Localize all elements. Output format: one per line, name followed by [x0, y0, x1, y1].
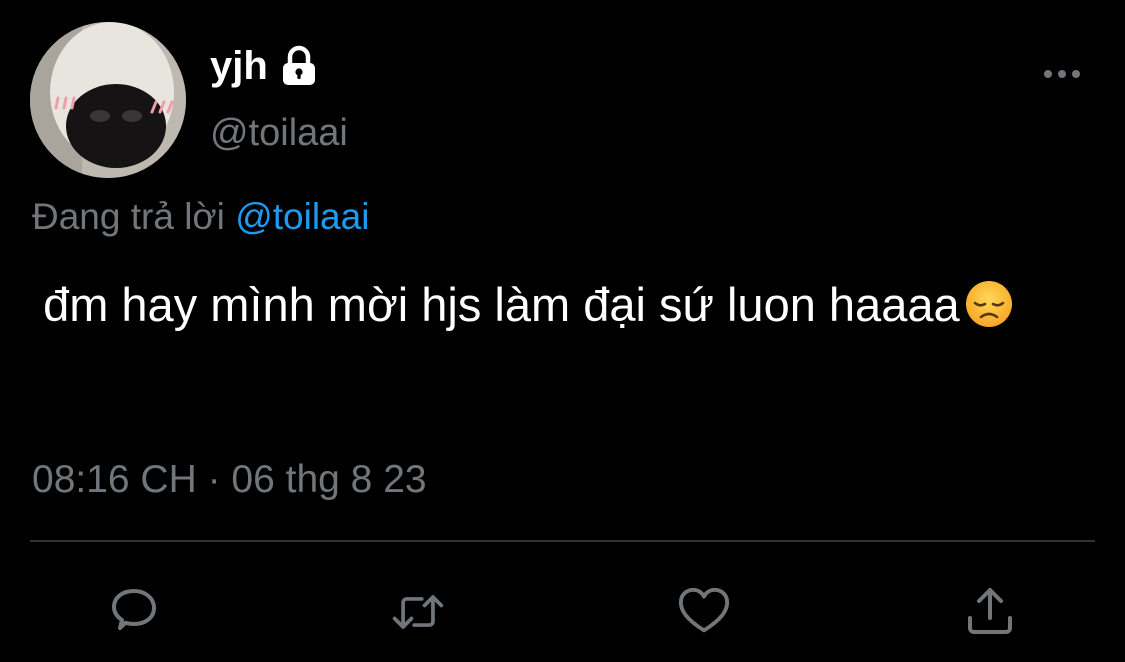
display-name[interactable]: yjh	[210, 40, 268, 92]
display-name-row: yjh	[210, 40, 320, 92]
replying-to-label: Đang trả lời	[32, 196, 236, 237]
disappointed-face-emoji	[964, 276, 1014, 327]
retweet-button[interactable]	[390, 584, 446, 640]
tweet-timestamp[interactable]: 08:16 CH · 06 thg 8 23	[32, 454, 427, 506]
avatar[interactable]	[30, 22, 186, 178]
more-options-icon[interactable]	[1040, 62, 1084, 86]
username[interactable]: @toilaai	[210, 108, 348, 158]
lock-icon	[278, 45, 320, 87]
retweet-icon	[392, 595, 444, 629]
tweet-text: đm hay mình mời hjs làm đại sứ luon haaa…	[30, 268, 1090, 342]
tweet-text-content: đm hay mình mời hjs làm đại sứ luon haaa…	[30, 278, 960, 331]
like-button[interactable]	[676, 584, 732, 640]
reply-mention-link[interactable]: @toilaai	[235, 196, 369, 237]
dog-avatar-image	[30, 22, 186, 178]
reply-icon	[112, 589, 156, 630]
tweet: yjh @toilaai Đang trả lời @toilaai đm ha…	[0, 0, 1125, 662]
heart-icon	[678, 587, 730, 633]
divider	[30, 540, 1095, 542]
reply-button[interactable]	[106, 584, 162, 640]
share-icon	[968, 588, 1012, 634]
replying-to: Đang trả lời @toilaai	[32, 192, 369, 242]
share-button[interactable]	[962, 584, 1018, 640]
